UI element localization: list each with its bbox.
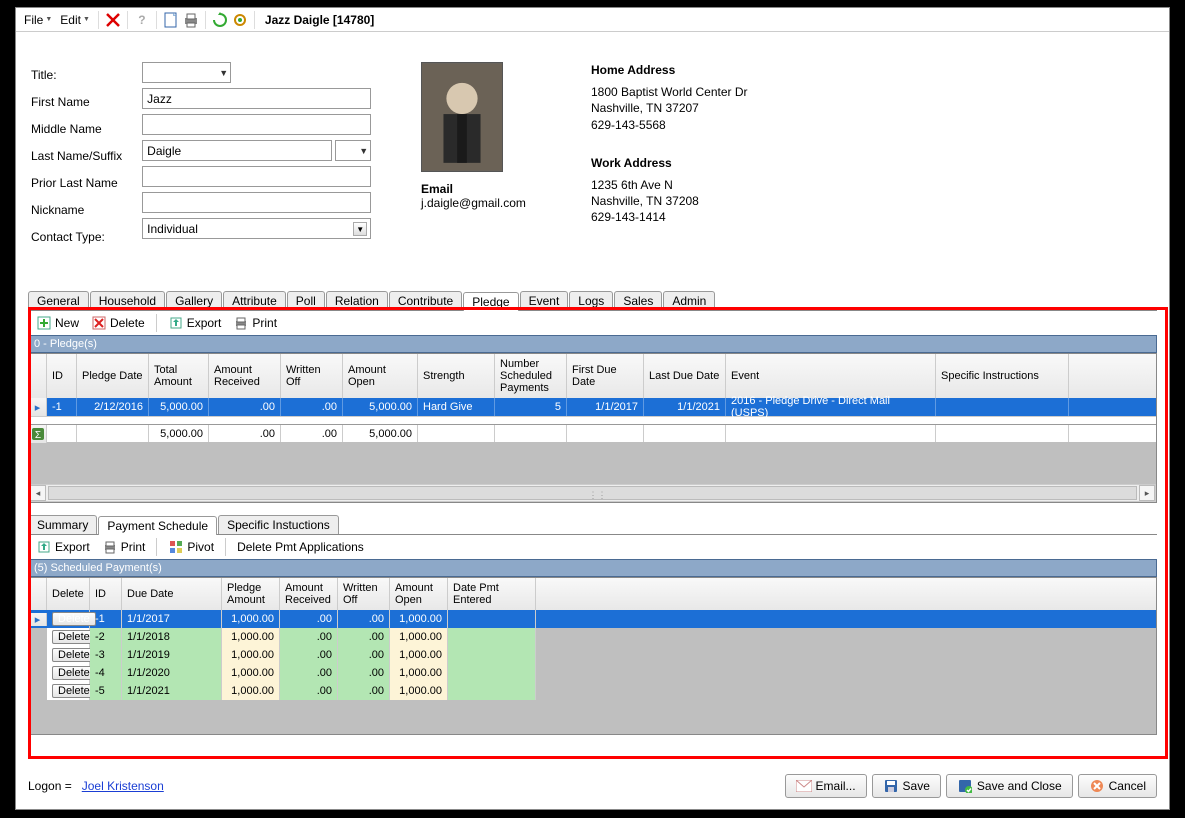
main-toolbar: File▼ Edit▼ ? Jazz Daigle [14780]	[16, 8, 1169, 32]
tab-logs[interactable]: Logs	[569, 291, 613, 310]
tab-admin[interactable]: Admin	[663, 291, 715, 310]
email-heading: Email	[421, 182, 526, 196]
contact-form: Title: First Name Middle Name Last Name/…	[31, 62, 371, 248]
schedule-row[interactable]: Delete-21/1/20181,000.00.00.001,000.00	[29, 628, 1156, 646]
main-tab-strip: GeneralHouseholdGalleryAttributePollRela…	[28, 291, 1157, 311]
home-line1: 1800 Baptist World Center Dr	[591, 84, 748, 100]
sub-tab-summary[interactable]: Summary	[28, 515, 97, 534]
save-button[interactable]: Save	[872, 774, 941, 798]
svg-text:Σ: Σ	[34, 430, 40, 441]
prior-last-input[interactable]	[142, 166, 371, 187]
pledge-grid: ID Pledge Date Total Amount Amount Recei…	[28, 353, 1157, 503]
new-pledge-button[interactable]: New	[32, 314, 83, 332]
schedule-action-bar: Export Print Pivot Delete Pmt Applicatio…	[28, 535, 1157, 559]
contact-photo	[421, 62, 503, 172]
edit-menu[interactable]: Edit▼	[56, 11, 94, 29]
label-title: Title:	[31, 64, 122, 86]
delete-pledge-button[interactable]: Delete	[87, 314, 149, 332]
work-line2: Nashville, TN 37208	[591, 193, 748, 209]
tab-household[interactable]: Household	[90, 291, 165, 310]
refresh-green-icon[interactable]	[211, 11, 229, 29]
tab-relation[interactable]: Relation	[326, 291, 388, 310]
tab-poll[interactable]: Poll	[287, 291, 325, 310]
home-phone: 629-143-5568	[591, 117, 748, 133]
tab-general[interactable]: General	[28, 291, 89, 310]
tab-pledge[interactable]: Pledge	[463, 292, 518, 311]
suffix-select[interactable]: ▼	[335, 140, 371, 161]
tab-sales[interactable]: Sales	[614, 291, 662, 310]
work-line1: 1235 6th Ave N	[591, 177, 748, 193]
schedule-row[interactable]: Delete-41/1/20201,000.00.00.001,000.00	[29, 664, 1156, 682]
file-menu[interactable]: File▼	[20, 11, 56, 29]
schedule-row[interactable]: Delete-31/1/20191,000.00.00.001,000.00	[29, 646, 1156, 664]
sub-tab-specific-instuctions[interactable]: Specific Instuctions	[218, 515, 339, 534]
label-middle-name: Middle Name	[31, 118, 122, 140]
document-icon[interactable]	[162, 11, 180, 29]
schedule-row[interactable]: ▸Delete-11/1/20171,000.00.00.001,000.00	[29, 610, 1156, 628]
export-pledge-button[interactable]: Export	[164, 314, 226, 332]
middle-name-input[interactable]	[142, 114, 371, 135]
label-last-suffix: Last Name/Suffix	[31, 145, 122, 167]
contact-type-select[interactable]: Individual▼	[142, 218, 371, 239]
print-schedule-button[interactable]: Print	[98, 538, 150, 556]
tab-gallery[interactable]: Gallery	[166, 291, 222, 310]
record-title: Jazz Daigle [14780]	[265, 13, 374, 27]
home-line2: Nashville, TN 37207	[591, 100, 748, 116]
sub-tab-payment-schedule[interactable]: Payment Schedule	[98, 516, 217, 535]
label-contact-type: Contact Type:	[31, 226, 122, 248]
delete-x-icon[interactable]	[104, 11, 122, 29]
photo-block: Email j.daigle@gmail.com	[421, 62, 526, 210]
addresses-block: Home Address 1800 Baptist World Center D…	[591, 62, 748, 248]
pledge-h-scrollbar[interactable]: ◂ ⋮⋮ ▸	[29, 484, 1156, 502]
delete-pmt-apps-button[interactable]: Delete Pmt Applications	[233, 539, 368, 555]
pledge-totals-row: Σ 5,000.00 .00 .00 5,000.00	[29, 424, 1156, 442]
print-icon[interactable]	[182, 11, 200, 29]
footer: Logon = Joel Kristenson Email... Save Sa…	[28, 773, 1157, 799]
schedule-row[interactable]: Delete-51/1/20211,000.00.00.001,000.00	[29, 682, 1156, 700]
home-address-heading: Home Address	[591, 62, 748, 78]
pledge-action-bar: New Delete Export Print	[28, 311, 1157, 335]
schedule-panel-header: (5) Scheduled Payment(s)	[28, 559, 1157, 577]
cancel-button[interactable]: Cancel	[1078, 774, 1157, 798]
export-schedule-button[interactable]: Export	[32, 538, 94, 556]
tab-event[interactable]: Event	[520, 291, 569, 310]
sub-tab-strip: SummaryPayment ScheduleSpecific Instucti…	[28, 515, 1157, 535]
email-button[interactable]: Email...	[785, 774, 867, 798]
logon-label: Logon =	[28, 779, 72, 793]
label-nickname: Nickname	[31, 199, 122, 221]
logon-user-link[interactable]: Joel Kristenson	[82, 779, 164, 793]
print-pledge-button[interactable]: Print	[229, 314, 281, 332]
pivot-button[interactable]: Pivot	[164, 538, 218, 556]
refresh-gear-icon[interactable]	[231, 11, 249, 29]
email-value: j.daigle@gmail.com	[421, 196, 526, 210]
nickname-input[interactable]	[142, 192, 371, 213]
tab-contribute[interactable]: Contribute	[389, 291, 462, 310]
label-prior-last: Prior Last Name	[31, 172, 122, 194]
help-icon[interactable]: ?	[133, 11, 151, 29]
pledge-panel-header: 0 - Pledge(s)	[28, 335, 1157, 353]
schedule-grid: Delete ID Due Date Pledge Amount Amount …	[28, 577, 1157, 735]
work-address-heading: Work Address	[591, 155, 748, 171]
save-close-button[interactable]: Save and Close	[946, 774, 1073, 798]
pledge-row[interactable]: ▸ -1 2/12/2016 5,000.00 .00 .00 5,000.00…	[29, 398, 1156, 416]
schedule-grid-header: Delete ID Due Date Pledge Amount Amount …	[29, 578, 1156, 610]
title-select[interactable]: ▼	[142, 62, 231, 83]
label-first-name: First Name	[31, 91, 122, 113]
pledge-grid-header: ID Pledge Date Total Amount Amount Recei…	[29, 354, 1156, 398]
tab-attribute[interactable]: Attribute	[223, 291, 286, 310]
last-name-input[interactable]	[142, 140, 332, 161]
first-name-input[interactable]	[142, 88, 371, 109]
work-phone: 629-143-1414	[591, 209, 748, 225]
